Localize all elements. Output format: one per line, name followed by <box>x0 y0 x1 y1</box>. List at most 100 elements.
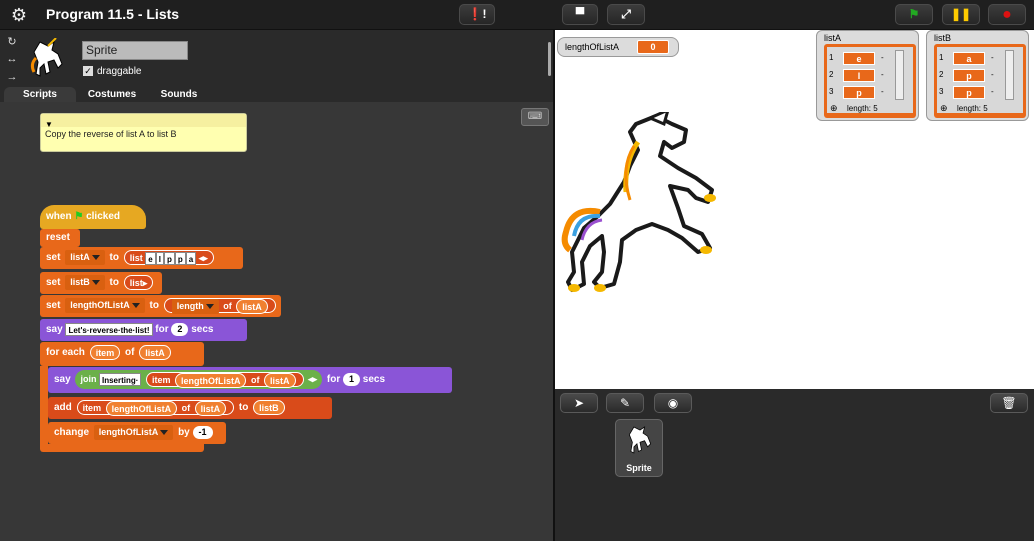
camera-icon: ◉ <box>667 396 679 410</box>
row-value[interactable]: p <box>843 86 875 99</box>
tab-scripts[interactable]: Scripts <box>4 87 76 103</box>
paint-new-sprite-button[interactable]: ✎ <box>606 393 644 413</box>
list-reporter[interactable]: list elppa ◂▸ <box>123 249 214 265</box>
of-label: of <box>181 402 191 413</box>
list-var-reporter[interactable]: listA <box>264 373 296 389</box>
settings-gear-icon[interactable]: ⚙ <box>6 3 32 27</box>
list-scrollbar[interactable] <box>895 50 904 100</box>
var-dropdown[interactable]: lengthOfListA <box>65 297 145 313</box>
add-item-icon[interactable]: ⊕ <box>940 103 948 114</box>
change-value-input[interactable]: -1 <box>192 425 213 439</box>
var-dropdown[interactable]: listB <box>65 274 105 290</box>
add-to-list-block[interactable]: add item lengthOfListA of listA to listB <box>48 397 332 419</box>
paintbrush-icon: ✎ <box>619 396 631 410</box>
target-list-reporter[interactable]: listB <box>253 399 285 415</box>
lengthOfListA-watcher[interactable]: lengthOfListA 0 <box>557 37 679 57</box>
secs-input[interactable]: 2 <box>171 322 189 336</box>
ability-toggle-button[interactable]: ❗! <box>459 4 495 25</box>
rotate-leftright-icon[interactable]: ↔ <box>5 53 19 65</box>
say-join-block[interactable]: say join Inserting· item lengthOfListA o… <box>48 367 452 393</box>
arrow-icon[interactable]: ▸ <box>143 278 148 288</box>
tab-sounds[interactable]: Sounds <box>148 87 210 103</box>
list-item-slot[interactable]: p <box>163 251 175 265</box>
draggable-label: draggable <box>97 66 142 77</box>
fullscreen-button[interactable]: ⤢ <box>607 4 645 25</box>
row-value[interactable]: p <box>953 86 985 99</box>
length-var-reporter[interactable]: lengthOfListA <box>105 400 178 416</box>
sprite-name-field[interactable]: Sprite <box>82 41 188 60</box>
for-each-block[interactable]: for each item of listA <box>40 342 204 366</box>
set-listB-block[interactable]: set listB to list▸ <box>40 272 162 294</box>
list-label: list <box>129 252 143 263</box>
for-each-label: for each <box>46 347 85 358</box>
stop-button[interactable]: ● <box>988 4 1026 25</box>
join-text-slot[interactable]: Inserting· <box>98 372 142 386</box>
collapse-triangle-icon[interactable]: ▼ <box>41 120 53 129</box>
list-row: 2l- <box>829 69 884 84</box>
list-row: 3p- <box>939 86 994 101</box>
list-item-slot[interactable]: l <box>155 251 164 265</box>
header-scrollbar[interactable] <box>548 42 551 76</box>
join-reporter[interactable]: join Inserting· item lengthOfListA of li… <box>75 369 323 389</box>
dropdown-arrow-icon <box>205 304 214 310</box>
unicorn-sprite[interactable] <box>560 112 725 297</box>
item-of-reporter[interactable]: item lengthOfListA of listA <box>76 399 235 416</box>
keyboard-entry-icon[interactable]: ⌨ <box>521 108 549 126</box>
trash-button[interactable]: 🗑 <box>990 393 1028 413</box>
list-item-slot[interactable]: a <box>185 251 197 265</box>
row-index: 3 <box>829 87 834 96</box>
item-of-reporter[interactable]: item lengthOfListA of listA <box>145 371 304 389</box>
length-of-reporter[interactable]: length of listA <box>163 297 276 314</box>
camera-button[interactable]: ◉ <box>654 393 692 413</box>
row-value[interactable]: a <box>953 52 985 65</box>
tab-costumes[interactable]: Costumes <box>76 87 148 103</box>
green-flag-icon: ⚑ <box>74 211 84 222</box>
change-by-block[interactable]: change lengthOfListA by -1 <box>48 422 226 444</box>
var-dropdown[interactable]: listA <box>65 249 105 265</box>
secs-input[interactable]: 1 <box>343 372 361 386</box>
length-var-reporter[interactable]: lengthOfListA <box>174 373 247 389</box>
listA-watcher[interactable]: listA 1e- 2l- 3p- ⊕ length: 5 <box>816 30 919 121</box>
list-var-reporter[interactable]: listA <box>194 400 227 416</box>
arrows-icon[interactable]: ◂▸ <box>308 374 317 384</box>
row-value[interactable]: l <box>843 69 875 82</box>
draggable-checkbox[interactable]: ✓ draggable <box>83 66 141 77</box>
list-scrollbar[interactable] <box>1005 50 1014 100</box>
stage-size-button[interactable]: ▀ <box>562 4 598 25</box>
row-value[interactable]: p <box>953 69 985 82</box>
length-label: length: 5 <box>957 104 988 113</box>
dropdown-arrow-icon <box>131 302 140 308</box>
green-flag-button[interactable]: ⚑ <box>895 4 933 25</box>
say-for-secs-block[interactable]: say Let's·reverse·the·list! for 2 secs <box>40 319 247 341</box>
sprite-corral-item[interactable]: Sprite <box>615 419 663 477</box>
turtle-button[interactable]: ➤ <box>560 393 598 413</box>
list-label: list <box>129 277 143 288</box>
list-item-slot[interactable]: p <box>174 251 186 265</box>
script-comment[interactable]: ▼ Copy the reverse of list A to list B <box>40 113 247 152</box>
list-var-reporter[interactable]: listA <box>139 344 171 360</box>
set-listA-block[interactable]: set listA to list elppa ◂▸ <box>40 247 243 269</box>
row-index: 2 <box>829 70 834 79</box>
when-flag-clicked-block[interactable]: when ⚑ clicked <box>40 205 146 229</box>
add-item-icon[interactable]: ⊕ <box>830 103 838 114</box>
comment-text[interactable]: Copy the reverse of list A to list B <box>41 127 246 141</box>
list-var-reporter[interactable]: listA <box>236 298 268 314</box>
var-dropdown[interactable]: lengthOfListA <box>93 424 174 440</box>
listB-watcher[interactable]: listB 1a- 2p- 3p- ⊕ length: 5 <box>926 30 1029 121</box>
rotate-any-icon[interactable]: ↻ <box>5 35 19 48</box>
green-flag-icon: ⚑ <box>908 7 920 21</box>
reset-label: reset <box>46 232 70 243</box>
reset-block[interactable]: reset <box>40 229 80 247</box>
list-item-slot[interactable]: e <box>145 251 156 265</box>
for-label: for <box>155 324 169 335</box>
arrows-icon[interactable]: ◂▸ <box>199 253 208 263</box>
list-reporter[interactable]: list▸ <box>123 274 154 290</box>
pause-button[interactable]: ❚❚ <box>942 4 980 25</box>
say-label: say <box>46 324 63 335</box>
say-text-slot[interactable]: Let's·reverse·the·list! <box>65 322 153 336</box>
row-value[interactable]: e <box>843 52 875 65</box>
length-dropdown[interactable]: length <box>171 298 219 314</box>
rotate-none-icon[interactable]: → <box>5 71 19 83</box>
set-length-block[interactable]: set lengthOfListA to length of listA <box>40 295 281 317</box>
item-var-reporter[interactable]: item <box>89 344 121 360</box>
